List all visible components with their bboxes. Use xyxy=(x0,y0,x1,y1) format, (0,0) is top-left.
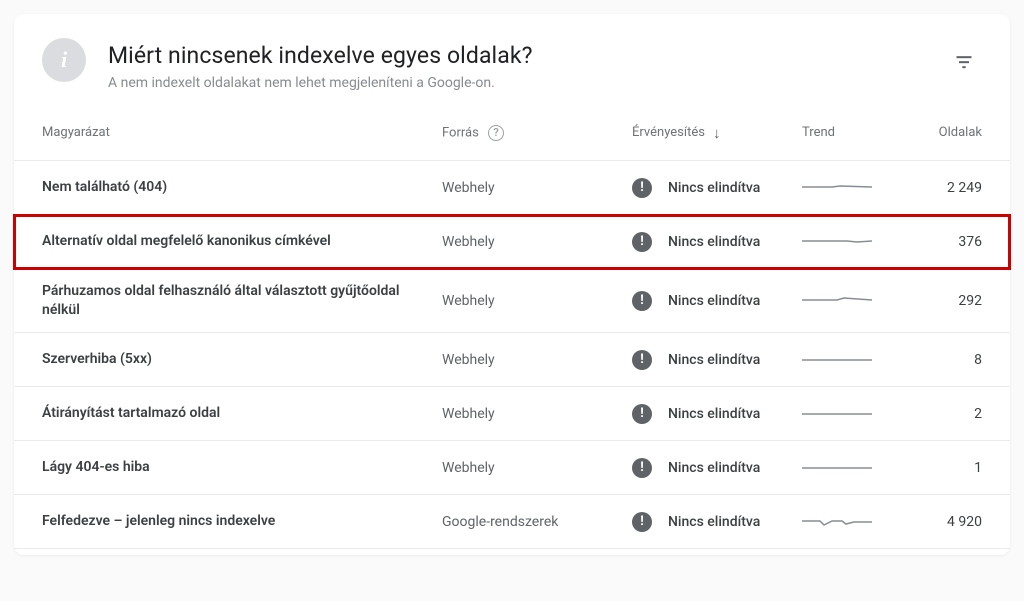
validation-cell: ! Nincs elindítva xyxy=(632,291,802,311)
source-cell: Webhely xyxy=(442,293,632,309)
trend-sparkline xyxy=(802,181,872,195)
validation-label: Nincs elindítva xyxy=(668,406,760,422)
validation-cell: ! Nincs elindítva xyxy=(632,178,802,198)
reason-cell: Alternatív oldal megfelelő kanonikus cím… xyxy=(42,232,442,251)
col-header-source-label: Forrás xyxy=(442,125,479,140)
table-row[interactable]: Nem található (404)Webhely! Nincs elindít… xyxy=(14,161,1010,215)
source-cell: Webhely xyxy=(442,234,632,250)
pages-cell: 376 xyxy=(922,234,982,250)
source-cell: Webhely xyxy=(442,180,632,196)
validation-label: Nincs elindítva xyxy=(668,352,760,368)
source-cell: Webhely xyxy=(442,406,632,422)
reason-cell: Nem található (404) xyxy=(42,178,442,197)
table-row[interactable]: Alternatív oldal megfelelő kanonikus cím… xyxy=(14,215,1010,269)
table-row[interactable]: Felfedezve – jelenleg nincs indexelveGoo… xyxy=(14,495,1010,549)
col-header-reason[interactable]: Magyarázat xyxy=(42,125,442,140)
trend-sparkline xyxy=(802,353,872,367)
reason-cell: Lágy 404-es hiba xyxy=(42,458,442,477)
reason-cell: Felfedezve – jelenleg nincs indexelve xyxy=(42,512,442,531)
trend-cell xyxy=(802,407,922,421)
table-row[interactable]: Lágy 404-es hibaWebhely! Nincs elindítva 1 xyxy=(14,441,1010,495)
sort-descending-icon: ↓ xyxy=(713,124,721,142)
col-header-trend[interactable]: Trend xyxy=(802,125,922,140)
trend-cell xyxy=(802,294,922,308)
validation-cell: ! Nincs elindítva xyxy=(632,404,802,424)
pages-cell: 2 xyxy=(922,406,982,422)
validation-cell: ! Nincs elindítva xyxy=(632,512,802,532)
title-block: Miért nincsenek indexelve egyes oldalak?… xyxy=(108,38,946,91)
trend-sparkline xyxy=(802,515,872,529)
trend-cell xyxy=(802,515,922,529)
validation-label: Nincs elindítva xyxy=(668,293,760,309)
validation-cell: ! Nincs elindítva xyxy=(632,232,802,252)
warning-icon: ! xyxy=(632,404,652,424)
card-header: i Miért nincsenek indexelve egyes oldala… xyxy=(14,14,1010,105)
validation-label: Nincs elindítva xyxy=(668,234,760,250)
source-cell: Webhely xyxy=(442,352,632,368)
validation-cell: ! Nincs elindítva xyxy=(632,458,802,478)
pages-cell: 8 xyxy=(922,352,982,368)
card-subtitle: A nem indexelt oldalakat nem lehet megje… xyxy=(108,75,946,91)
reason-cell: Átirányítást tartalmazó oldal xyxy=(42,404,442,423)
validation-label: Nincs elindítva xyxy=(668,514,760,530)
table-row[interactable]: Szerverhiba (5xx)Webhely! Nincs elindítva… xyxy=(14,333,1010,387)
info-icon: i xyxy=(42,38,86,82)
card-title: Miért nincsenek indexelve egyes oldalak? xyxy=(108,42,946,69)
col-header-validation[interactable]: Érvényesítés ↓ xyxy=(632,124,802,142)
filter-button[interactable] xyxy=(946,44,982,80)
filter-icon xyxy=(954,52,974,72)
warning-icon: ! xyxy=(632,350,652,370)
warning-icon: ! xyxy=(632,512,652,532)
table-row[interactable]: Átirányítást tartalmazó oldalWebhely! Nin… xyxy=(14,387,1010,441)
col-header-pages[interactable]: Oldalak xyxy=(922,125,982,140)
reason-cell: Párhuzamos oldal felhasználó által válas… xyxy=(42,282,442,320)
source-cell: Webhely xyxy=(442,460,632,476)
pages-cell: 292 xyxy=(922,293,982,309)
validation-cell: ! Nincs elindítva xyxy=(632,350,802,370)
trend-sparkline xyxy=(802,407,872,421)
pages-cell: 2 249 xyxy=(922,180,982,196)
warning-icon: ! xyxy=(632,232,652,252)
pages-cell: 4 920 xyxy=(922,514,982,530)
table-body: Nem található (404)Webhely!Nincs elindít… xyxy=(14,161,1010,549)
col-header-source[interactable]: Forrás ? xyxy=(442,125,632,141)
indexing-issues-card: i Miért nincsenek indexelve egyes oldala… xyxy=(14,14,1010,555)
table-row[interactable]: Párhuzamos oldal felhasználó által válas… xyxy=(14,269,1010,333)
help-icon[interactable]: ? xyxy=(488,125,504,141)
warning-icon: ! xyxy=(632,178,652,198)
trend-sparkline xyxy=(802,461,872,475)
col-header-validation-label: Érvényesítés xyxy=(632,125,705,140)
trend-cell xyxy=(802,461,922,475)
trend-sparkline xyxy=(802,294,872,308)
validation-label: Nincs elindítva xyxy=(668,180,760,196)
source-cell: Google-rendszerek xyxy=(442,514,632,530)
trend-cell xyxy=(802,181,922,195)
trend-cell xyxy=(802,235,922,249)
warning-icon: ! xyxy=(632,291,652,311)
validation-label: Nincs elindítva xyxy=(668,460,760,476)
pages-cell: 1 xyxy=(922,460,982,476)
trend-sparkline xyxy=(802,235,872,249)
trend-cell xyxy=(802,353,922,367)
table-header-row: Magyarázat Forrás ? Érvényesítés ↓ Trend… xyxy=(14,105,1010,161)
reason-cell: Szerverhiba (5xx) xyxy=(42,350,442,369)
warning-icon: ! xyxy=(632,458,652,478)
